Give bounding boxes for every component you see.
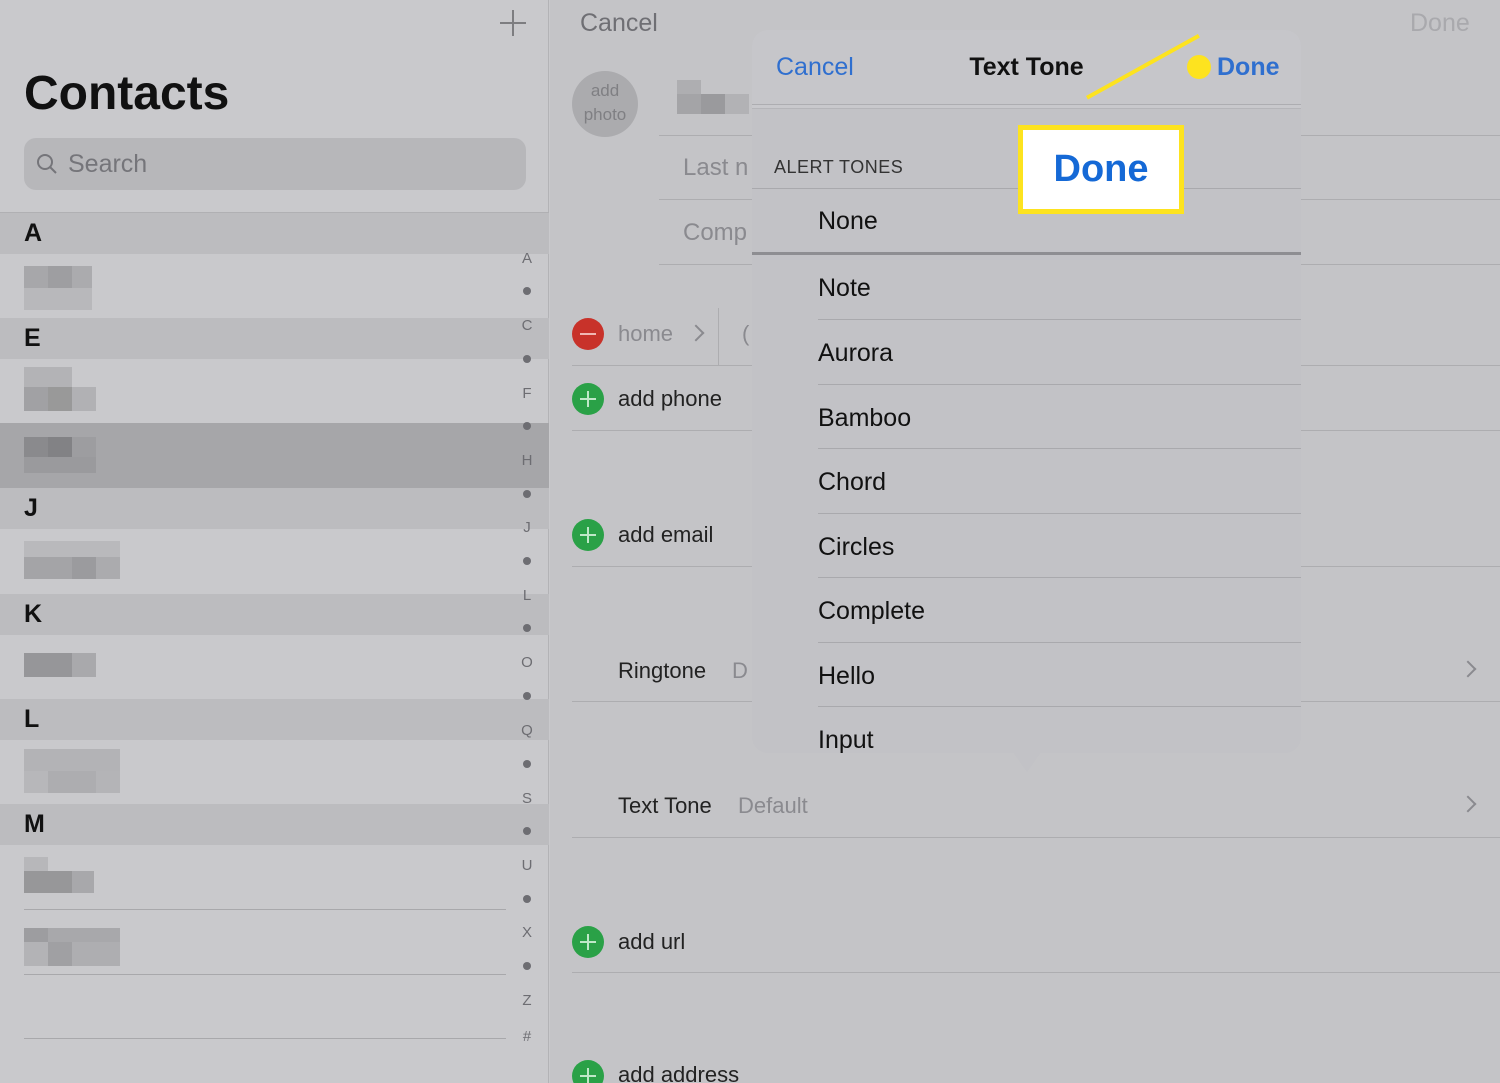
divider (818, 706, 1301, 707)
index-dot (523, 895, 531, 903)
cancel-button[interactable]: Cancel (580, 9, 658, 38)
avatar-label-line2: photo (583, 105, 627, 124)
index-letter[interactable]: F (516, 385, 538, 402)
tone-option-none[interactable]: None (818, 207, 878, 236)
index-dot (523, 624, 531, 632)
index-letter[interactable]: L (516, 587, 538, 604)
tone-option-bamboo[interactable]: Bamboo (818, 404, 911, 433)
index-letter[interactable]: O (516, 654, 538, 671)
index-dot (523, 422, 531, 430)
tone-option-chord[interactable]: Chord (818, 468, 886, 497)
tone-option-note[interactable]: Note (818, 274, 871, 303)
section-header-k: K (0, 594, 549, 635)
divider (818, 577, 1301, 578)
section-header-l: L (0, 699, 549, 740)
popover-cancel-button[interactable]: Cancel (776, 53, 854, 82)
index-letter[interactable]: X (516, 924, 538, 941)
index-letter[interactable]: H (516, 452, 538, 469)
list-item-selected[interactable] (0, 423, 549, 488)
list-item[interactable] (0, 845, 549, 909)
chevron-right-icon (687, 324, 705, 342)
contacts-sidebar: Contacts Search A E J K L M A C F H J L … (0, 0, 549, 1083)
add-url-button[interactable]: add url (618, 929, 685, 955)
add-email-button[interactable]: add email (618, 522, 713, 548)
list-item[interactable] (0, 910, 549, 974)
divider (818, 384, 1301, 385)
section-header-a: A (0, 213, 549, 254)
callout-label: Done (1053, 148, 1149, 190)
add-email-icon[interactable] (572, 519, 604, 551)
index-dot (523, 355, 531, 363)
tone-option-hello[interactable]: Hello (818, 662, 875, 691)
divider (818, 448, 1301, 449)
add-contact-icon[interactable] (498, 8, 528, 38)
divider (818, 513, 1301, 514)
delete-phone-icon[interactable] (572, 318, 604, 350)
index-letter[interactable]: Z (516, 992, 538, 1009)
search-icon (37, 154, 57, 174)
section-header-j: J (0, 488, 549, 529)
index-letter[interactable]: J (516, 519, 538, 536)
page-title: Contacts (24, 67, 230, 120)
index-letter[interactable]: A (516, 250, 538, 267)
phone-field[interactable]: ( (742, 321, 749, 347)
callout-dot (1187, 55, 1211, 79)
popover-done-button[interactable]: Done (1217, 53, 1280, 82)
company-field[interactable]: Comp (683, 219, 747, 247)
index-dot (523, 557, 531, 565)
divider (818, 642, 1301, 643)
add-address-button[interactable]: add address (618, 1062, 739, 1083)
list-item[interactable] (0, 529, 549, 594)
phone-label[interactable]: home (618, 321, 673, 347)
ringtone-value: D (732, 658, 748, 683)
index-dot (523, 490, 531, 498)
text-tone-value: Default (738, 793, 808, 818)
tone-option-aurora[interactable]: Aurora (818, 339, 893, 368)
search-placeholder: Search (68, 149, 148, 178)
done-button[interactable]: Done (1410, 9, 1470, 38)
tone-option-input[interactable]: Input (818, 726, 874, 753)
divider (818, 319, 1301, 320)
add-url-icon[interactable] (572, 926, 604, 958)
index-dot (523, 760, 531, 768)
callout-box: Done (1018, 125, 1184, 214)
ringtone-label[interactable]: Ringtone (618, 658, 706, 684)
search-input[interactable]: Search (24, 138, 526, 190)
add-address-icon[interactable] (572, 1060, 604, 1083)
section-header-e: E (0, 318, 549, 359)
divider (24, 1038, 506, 1039)
add-phone-button[interactable]: add phone (618, 386, 722, 412)
index-dot (523, 962, 531, 970)
avatar-label-line1: add (590, 81, 620, 100)
index-dot (523, 692, 531, 700)
list-item[interactable] (0, 635, 549, 699)
index-letter[interactable]: Q (516, 722, 538, 739)
list-item[interactable] (0, 254, 549, 318)
index-letter[interactable]: S (516, 790, 538, 807)
chevron-right-icon (1459, 795, 1477, 813)
divider (752, 252, 1301, 255)
index-letter[interactable]: U (516, 857, 538, 874)
popover-header: Text Tone Cancel Done (752, 30, 1301, 105)
add-photo-button[interactable]: add photo (572, 71, 638, 137)
index-dot (523, 287, 531, 295)
divider (572, 972, 1500, 973)
list-item[interactable] (0, 740, 549, 804)
section-header-m: M (0, 804, 549, 845)
tone-option-complete[interactable]: Complete (818, 597, 925, 626)
text-tone-label[interactable]: Text Tone (618, 793, 712, 819)
index-letter[interactable]: # (516, 1028, 538, 1045)
list-item[interactable] (0, 359, 549, 423)
index-letter[interactable]: C (516, 317, 538, 334)
last-name-field[interactable]: Last n (683, 154, 748, 182)
divider (572, 837, 1500, 838)
section-label: ALERT TONES (774, 157, 904, 177)
index-dot (523, 827, 531, 835)
divider (752, 105, 1301, 109)
divider (24, 974, 506, 975)
divider (718, 308, 719, 366)
add-phone-icon[interactable] (572, 383, 604, 415)
chevron-right-icon (1459, 660, 1477, 678)
tone-option-circles[interactable]: Circles (818, 533, 894, 562)
